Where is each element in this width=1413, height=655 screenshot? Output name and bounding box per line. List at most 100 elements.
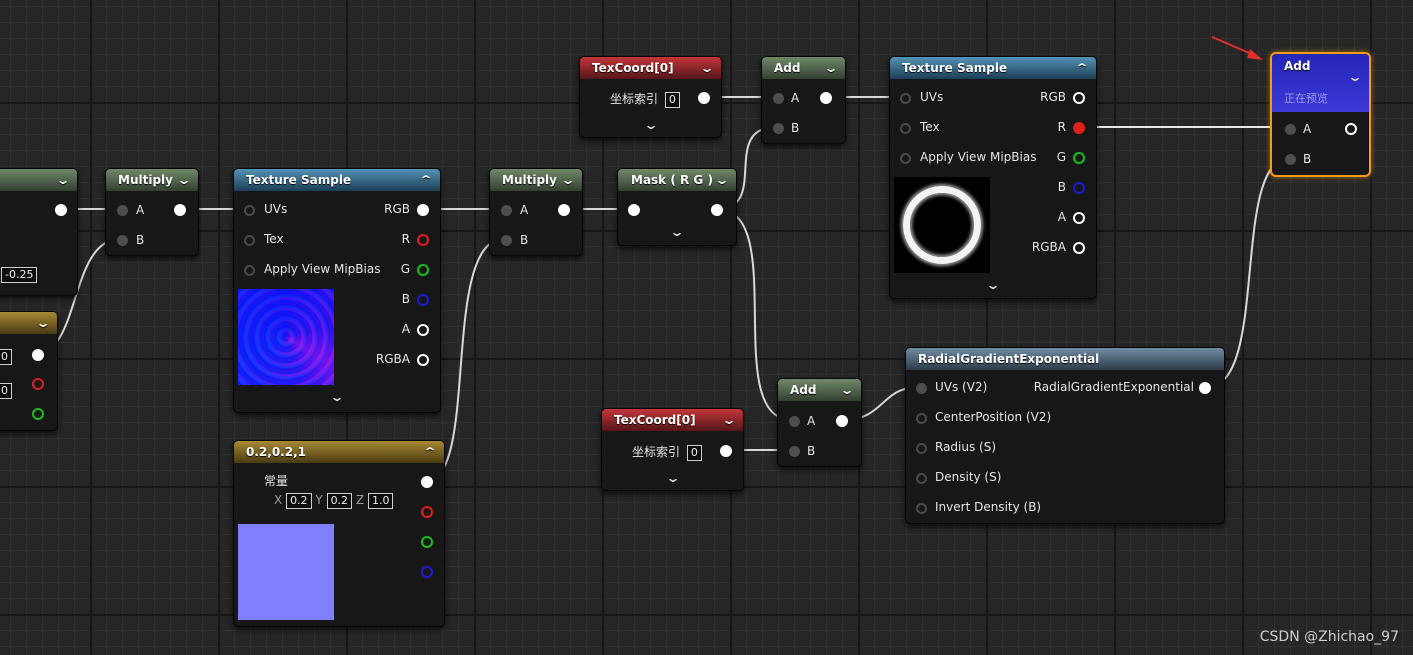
input-pin-center[interactable] (916, 413, 927, 424)
partial-node-left-const[interactable]: ⌄ 0 0 (0, 311, 58, 431)
input-pin-mipbias[interactable] (900, 153, 911, 164)
node-header[interactable]: Multiply ⌄ (490, 169, 582, 191)
partial-node-left-top[interactable]: ⌄ -0.25 (0, 168, 78, 296)
input-pin-b[interactable] (789, 446, 800, 457)
node-header[interactable]: 0.2,0.2,1 ⌃ (234, 441, 444, 463)
partial-node-header[interactable]: ⌄ (0, 169, 77, 191)
node-header[interactable]: Multiply ⌄ (106, 169, 198, 191)
node-header[interactable]: Texture Sample ⌃ (234, 169, 440, 191)
output-pin-b[interactable] (1073, 182, 1085, 194)
input-pin-density[interactable] (916, 473, 927, 484)
input-pin-a[interactable] (501, 205, 512, 216)
output-pin[interactable] (32, 349, 44, 361)
texture-sample-node-2[interactable]: Texture Sample ⌃ UVs Tex Apply View MipBi… (889, 56, 1097, 299)
output-pin-r[interactable] (417, 234, 429, 246)
multiply-node-2[interactable]: Multiply ⌄ A B (489, 168, 583, 256)
output-pin[interactable] (174, 204, 186, 216)
input-pin-tex[interactable] (900, 123, 911, 134)
chevron-up-icon[interactable]: ⌃ (1074, 57, 1089, 79)
chevron-down-icon[interactable]: ⌄ (823, 57, 838, 79)
chevron-down-icon[interactable]: ⌄ (55, 169, 70, 191)
output-pin-g[interactable] (421, 536, 433, 548)
input-pin-a[interactable] (773, 93, 784, 104)
chevron-down-icon[interactable]: ⌄ (35, 312, 50, 334)
chevron-down-icon[interactable]: ⌄ (1347, 70, 1362, 84)
node-header[interactable]: TexCoord[0] ⌄ (580, 57, 721, 79)
y-field[interactable]: 0.2 (326, 493, 353, 509)
input-pin-tex[interactable] (244, 235, 255, 246)
texcoord-node-1[interactable]: TexCoord[0] ⌄ 坐标索引 0 ⌄ (579, 56, 722, 138)
input-pin-b[interactable] (1285, 154, 1296, 165)
input-pin-a[interactable] (117, 205, 128, 216)
expand-chevron-icon[interactable]: ⌄ (643, 118, 658, 132)
output-pin-g[interactable] (417, 264, 429, 276)
input-pin-uvs[interactable] (900, 93, 911, 104)
output-pin-a[interactable] (1073, 212, 1085, 224)
value-field[interactable]: 0 (0, 383, 12, 399)
chevron-down-icon[interactable]: ⌄ (560, 169, 575, 191)
x-field[interactable]: 0.2 (286, 493, 312, 509)
chevron-up-icon[interactable]: ⌃ (422, 441, 437, 463)
node-header[interactable]: Add ⌄ 正在预览 (1272, 54, 1369, 112)
input-pin-a[interactable] (1285, 124, 1296, 135)
output-pin-b[interactable] (417, 294, 429, 306)
output-pin[interactable] (698, 92, 710, 104)
input-pin-radius[interactable] (916, 443, 927, 454)
input-pin-uvs[interactable] (244, 205, 255, 216)
input-pin-b[interactable] (773, 123, 784, 134)
chevron-up-icon[interactable]: ⌃ (418, 169, 433, 191)
input-pin-mipbias[interactable] (244, 265, 255, 276)
output-pin-g[interactable] (1073, 152, 1085, 164)
radial-gradient-node[interactable]: RadialGradientExponential UVs (V2) Cente… (905, 347, 1225, 524)
input-pin-uvs[interactable] (916, 383, 927, 394)
output-pin-r[interactable] (1073, 122, 1085, 134)
chevron-down-icon[interactable]: ⌄ (839, 379, 854, 401)
output-pin-r[interactable] (32, 378, 44, 390)
output-pin[interactable] (720, 445, 732, 457)
expand-chevron-icon[interactable]: ⌄ (665, 471, 680, 485)
value-field[interactable]: 0 (0, 349, 12, 365)
texcoord-node-2[interactable]: TexCoord[0] ⌄ 坐标索引 0 ⌄ (601, 408, 744, 491)
output-pin-rgb[interactable] (417, 204, 429, 216)
node-header[interactable]: RadialGradientExponential (906, 348, 1224, 370)
output-pin[interactable] (1345, 123, 1357, 135)
chevron-down-icon[interactable]: ⌄ (176, 169, 191, 191)
add-node-1[interactable]: Add ⌄ A B (761, 56, 846, 144)
partial-node-header[interactable]: ⌄ (0, 312, 57, 334)
chevron-down-icon[interactable]: ⌄ (721, 409, 736, 431)
input-pin-invert[interactable] (916, 503, 927, 514)
coordinate-index-field[interactable]: 0 (664, 92, 680, 108)
output-pin-g[interactable] (32, 408, 44, 420)
add-node-preview[interactable]: Add ⌄ 正在预览 A B (1270, 52, 1371, 177)
output-pin-rgba[interactable] (1073, 242, 1085, 254)
output-pin[interactable] (820, 92, 832, 104)
coordinate-index-field[interactable]: 0 (686, 445, 702, 461)
output-pin[interactable] (836, 415, 848, 427)
node-header[interactable]: Add ⌄ (762, 57, 845, 79)
multiply-node-1[interactable]: Multiply ⌄ A B (105, 168, 199, 256)
output-pin[interactable] (55, 204, 67, 216)
output-pin-r[interactable] (421, 506, 433, 518)
constant3vector-node[interactable]: 0.2,0.2,1 ⌃ 常量 X 0.2 Y 0.2 Z 1.0 (233, 440, 445, 627)
output-pin[interactable] (558, 204, 570, 216)
output-pin[interactable] (711, 204, 723, 216)
input-pin-b[interactable] (501, 235, 512, 246)
input-pin[interactable] (628, 204, 640, 216)
output-pin-rgb[interactable] (1073, 92, 1085, 104)
input-pin-b[interactable] (117, 235, 128, 246)
expand-chevron-icon[interactable]: ⌄ (329, 390, 344, 404)
input-pin-a[interactable] (789, 416, 800, 427)
component-mask-node[interactable]: Mask ( R G ) ⌄ ⌄ (617, 168, 737, 246)
output-pin-a[interactable] (417, 324, 429, 336)
output-pin-rgba[interactable] (417, 354, 429, 366)
node-header[interactable]: Mask ( R G ) ⌄ (618, 169, 736, 191)
texture-sample-node-1[interactable]: Texture Sample ⌃ UVs Tex Apply View MipBi… (233, 168, 441, 413)
output-pin-b[interactable] (421, 566, 433, 578)
node-header[interactable]: Texture Sample ⌃ (890, 57, 1096, 79)
expand-chevron-icon[interactable]: ⌄ (985, 278, 1000, 292)
value-field[interactable]: -0.25 (1, 267, 38, 283)
node-header[interactable]: TexCoord[0] ⌄ (602, 409, 743, 431)
z-field[interactable]: 1.0 (367, 493, 394, 509)
output-pin[interactable] (1199, 382, 1211, 394)
chevron-down-icon[interactable]: ⌄ (714, 169, 729, 191)
